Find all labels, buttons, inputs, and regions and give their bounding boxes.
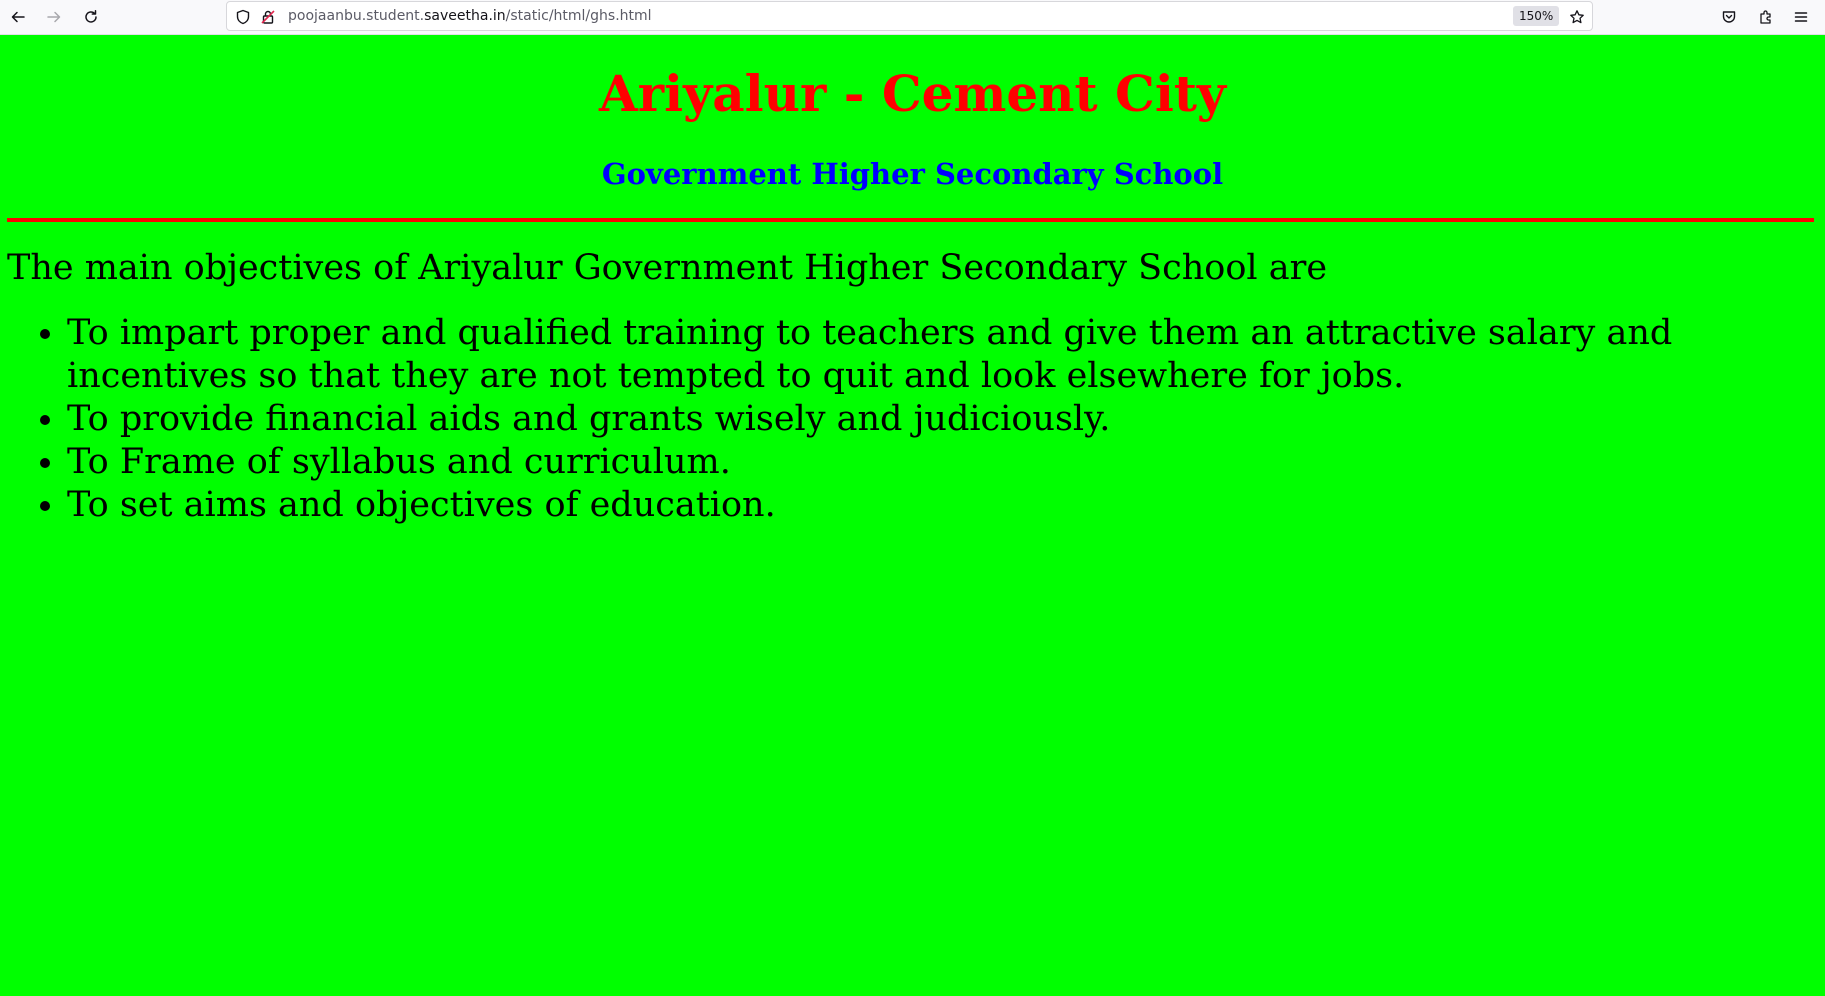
extensions-icon[interactable] — [1753, 4, 1779, 30]
hamburger-menu-icon[interactable] — [1788, 4, 1814, 30]
url-path: /static/html/ghs.html — [505, 8, 652, 24]
objectives-intro: The main objectives of Ariyalur Governme… — [7, 248, 1328, 288]
list-item: To provide financial aids and grants wis… — [67, 398, 1787, 441]
forward-arrow-icon[interactable] — [41, 4, 67, 30]
back-arrow-icon[interactable] — [5, 4, 31, 30]
url-prefix: poojaanbu.student. — [288, 8, 425, 24]
school-name-heading: Government Higher Secondary School — [601, 157, 1224, 191]
pocket-icon[interactable] — [1716, 4, 1742, 30]
objectives-list: To impart proper and qualified training … — [7, 312, 1787, 527]
reload-icon[interactable] — [78, 4, 104, 30]
url-domain: saveetha.in — [424, 8, 506, 24]
page-title: Ariyalur - Cement City — [599, 64, 1226, 123]
browser-toolbar: poojaanbu.student.saveetha.in/static/htm… — [0, 0, 1825, 35]
list-item: To impart proper and qualified training … — [67, 312, 1787, 398]
zoom-level-button[interactable]: 150% — [1513, 6, 1560, 26]
list-item: To set aims and objectives of education. — [67, 484, 1787, 527]
list-item: To Frame of syllabus and curriculum. — [67, 441, 1787, 484]
address-bar[interactable]: poojaanbu.student.saveetha.in/static/htm… — [226, 1, 1593, 31]
page-content: Ariyalur - Cement City Government Higher… — [0, 35, 1825, 996]
star-icon[interactable] — [1568, 8, 1586, 26]
shield-icon[interactable] — [234, 8, 252, 26]
url-text[interactable]: poojaanbu.student.saveetha.in/static/htm… — [288, 8, 652, 24]
lock-icon[interactable] — [259, 8, 277, 26]
horizontal-rule — [7, 218, 1814, 222]
